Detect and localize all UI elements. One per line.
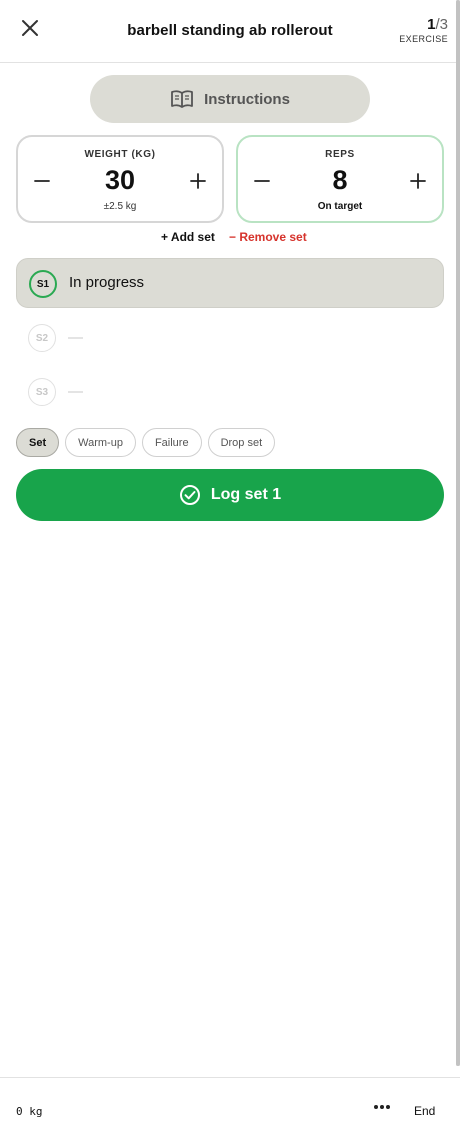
chip-drop-set[interactable]: Drop set (207, 428, 276, 457)
weight-card: WEIGHT (KG) 30 ±2.5 kg (16, 135, 224, 223)
reps-status: On target (317, 201, 363, 212)
total-weight: 0 kg (16, 1105, 43, 1118)
exercise-title: barbell standing ab rollerout (127, 22, 333, 39)
top-bar: barbell standing ab rollerout 1/3 EXERCI… (0, 0, 460, 63)
chip-failure[interactable]: Failure (141, 428, 202, 457)
more-horizontal-icon (374, 1105, 390, 1109)
bottom-bar: 0 kg End (0, 1077, 460, 1144)
check-circle-icon (179, 485, 200, 505)
set-actions: + Add set − Remove set (0, 230, 460, 246)
set-badge: S3 (28, 378, 56, 406)
set-status: — (68, 383, 83, 400)
reps-card: REPS 8 On target (236, 135, 444, 223)
set-status: In progress (69, 274, 145, 291)
book-open-icon (171, 90, 193, 108)
exercise-total: 3 (439, 16, 448, 33)
weight-increase-button[interactable] (184, 167, 212, 195)
exercise-label: EXERCISE (399, 34, 448, 44)
set-badge: S1 (29, 270, 57, 298)
set-row-2[interactable]: S2 — (16, 313, 444, 363)
exercise-counter: 1/3 EXERCISE (399, 17, 448, 44)
more-button[interactable] (372, 1100, 392, 1114)
scrollbar-thumb[interactable] (456, 0, 460, 1066)
add-set-button[interactable]: + Add set (161, 230, 215, 244)
plus-icon (190, 173, 206, 189)
instructions-label: Instructions (204, 90, 290, 108)
plus-icon (410, 173, 426, 189)
weight-label: WEIGHT (KG) (84, 149, 156, 160)
set-type-selector: Set Warm-up Failure Drop set (16, 428, 276, 457)
remove-set-button[interactable]: − Remove set (229, 230, 307, 244)
set-row-3[interactable]: S3 — (16, 367, 444, 417)
set-row-1[interactable]: S1 In progress (16, 258, 444, 308)
chip-warm-up[interactable]: Warm-up (65, 428, 136, 457)
reps-increase-button[interactable] (404, 167, 432, 195)
log-set-label: Log set 1 (210, 486, 282, 503)
end-workout-button[interactable]: End (414, 1104, 435, 1118)
reps-label: REPS (325, 149, 355, 160)
instructions-button[interactable]: Instructions (90, 75, 370, 123)
set-badge: S2 (28, 324, 56, 352)
set-status: — (68, 329, 83, 346)
log-set-button[interactable]: Log set 1 (16, 469, 444, 521)
chip-set[interactable]: Set (16, 428, 60, 457)
weight-increment: ±2.5 kg (103, 201, 137, 212)
